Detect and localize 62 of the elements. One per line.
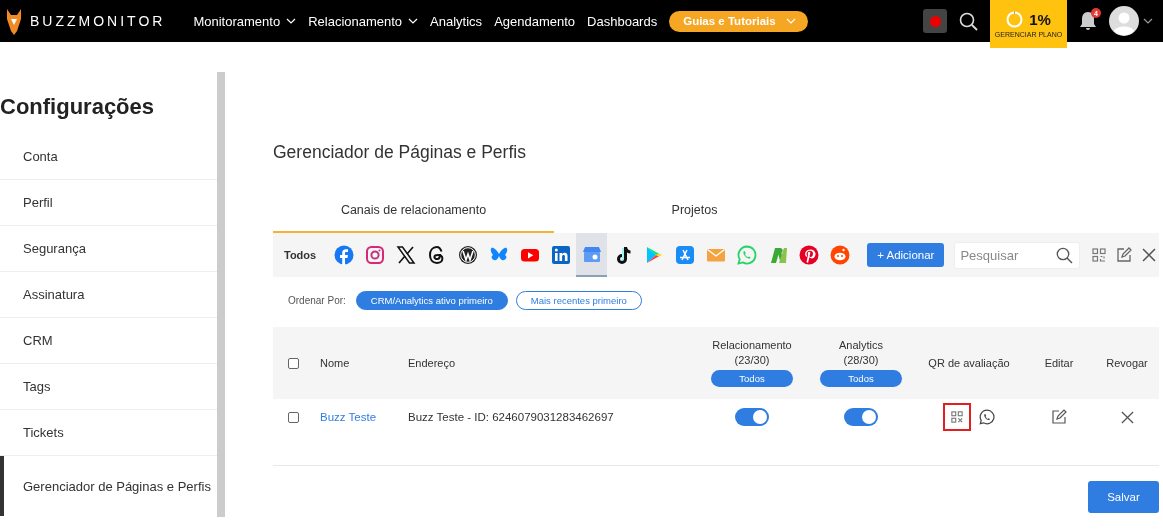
sort-option[interactable]: Mais recentes primeiro xyxy=(515,290,642,310)
column-header: Nome xyxy=(320,357,351,369)
filter-all-button[interactable]: Todos xyxy=(284,249,317,261)
search-icon[interactable] xyxy=(959,11,978,31)
brand-name: BUZZMONITOR xyxy=(30,13,166,29)
linkedin-icon xyxy=(550,245,571,265)
store-icon xyxy=(581,244,602,264)
x-icon xyxy=(395,245,416,265)
caret-icon[interactable] xyxy=(1143,17,1153,25)
caret-icon xyxy=(785,17,796,25)
record-button[interactable] xyxy=(923,9,947,33)
whatsapp-icon[interactable] xyxy=(979,409,995,425)
usage-count: (23/30) xyxy=(734,354,770,366)
column-header: Relacionamento xyxy=(712,339,792,351)
checkbox[interactable] xyxy=(288,411,299,423)
all-button[interactable]: Todos xyxy=(711,370,793,387)
column-header: Analytics xyxy=(839,339,883,351)
nav-link[interactable]: Relacionamento xyxy=(308,13,419,29)
section-title: Gerenciador de Páginas e Perfis xyxy=(273,142,527,164)
sort-option[interactable]: CRM/Analytics ativo primeiro xyxy=(355,290,508,310)
avatar-icon[interactable] xyxy=(1109,6,1139,36)
column-header: Editar xyxy=(1044,357,1074,369)
search-field[interactable]: Pesquisar xyxy=(954,241,1081,269)
whatsapp-icon xyxy=(736,245,757,265)
column-header: QR de avaliação xyxy=(928,357,1010,369)
bell-icon[interactable] xyxy=(1079,11,1097,31)
pinterest-icon xyxy=(798,245,819,265)
usage-count: (28/30) xyxy=(843,354,879,366)
qr-code-icon[interactable] xyxy=(1092,248,1107,262)
page-name-link[interactable]: Buzz Teste xyxy=(320,411,377,423)
search-icon[interactable] xyxy=(1056,246,1074,264)
instagram-icon xyxy=(364,245,385,265)
edit-icon[interactable] xyxy=(1051,409,1067,425)
page-heading: Configurações xyxy=(0,93,156,121)
caret-icon xyxy=(286,17,297,25)
caret-icon xyxy=(408,17,419,25)
add-button[interactable]: + Adicionar xyxy=(867,243,945,267)
address-text: Buzz Teste - ID: 6246079031283462697 xyxy=(408,411,614,423)
all-button[interactable]: Todos xyxy=(820,370,902,387)
wordpress-icon xyxy=(457,245,478,265)
toggle-switch[interactable] xyxy=(735,408,769,426)
column-header: Endereço xyxy=(408,357,457,369)
save-button[interactable]: Salvar xyxy=(1088,481,1159,513)
reddit-icon xyxy=(829,245,850,265)
close-icon[interactable] xyxy=(1142,248,1157,262)
facebook-icon xyxy=(333,245,354,265)
appstore-icon xyxy=(674,245,695,265)
qr-code-icon xyxy=(951,411,963,423)
fox-logo-icon xyxy=(6,7,22,35)
nav-link[interactable]: Monitoramento xyxy=(193,13,297,29)
column-header: Revogar xyxy=(1106,357,1148,369)
toggle-switch[interactable] xyxy=(844,408,878,426)
close-icon[interactable] xyxy=(1120,410,1134,424)
edit-icon[interactable] xyxy=(1116,247,1133,263)
qr-code-button[interactable] xyxy=(943,403,971,431)
nav-link[interactable]: Dashboards xyxy=(587,13,658,29)
progress-ring-icon xyxy=(1006,10,1024,28)
nav-link[interactable]: Agendamento xyxy=(494,13,576,29)
sort-label: Ordenar Por: xyxy=(288,294,346,306)
scrollbar[interactable] xyxy=(217,72,225,517)
nav-link[interactable]: Analytics xyxy=(430,13,483,29)
checkbox[interactable] xyxy=(288,357,299,369)
